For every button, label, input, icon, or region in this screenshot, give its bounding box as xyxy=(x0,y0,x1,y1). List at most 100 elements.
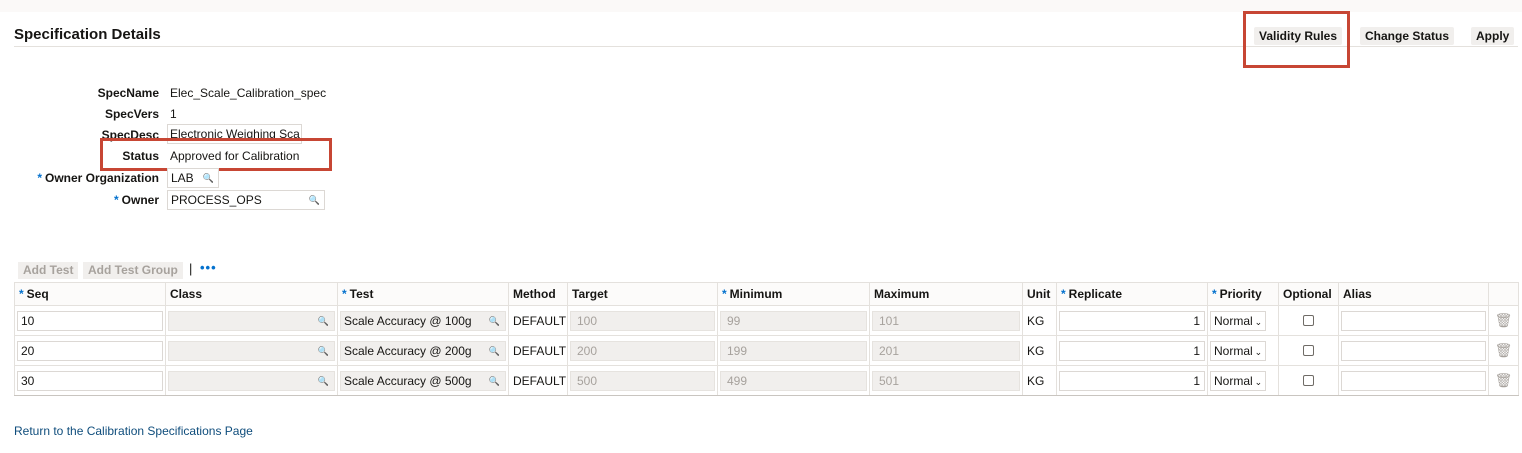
optional-checkbox[interactable] xyxy=(1303,315,1314,326)
alias-input[interactable] xyxy=(1341,310,1486,331)
class-field[interactable]: 🔍 xyxy=(168,370,335,391)
add-test-button[interactable]: Add Test xyxy=(18,262,79,279)
alias-cell xyxy=(1338,365,1489,396)
seq-cell: 10 xyxy=(14,305,166,336)
replicate-input[interactable]: 1 xyxy=(1059,310,1205,331)
seq-input[interactable]: 10 xyxy=(17,310,163,331)
minimum-cell: 499 xyxy=(717,365,870,396)
change-status-button[interactable]: Change Status xyxy=(1360,27,1455,45)
minimum-field: 499 xyxy=(720,370,867,391)
table-row: 30 🔍 Scale Accuracy @ 500g 🔍 DEFAULT 500 … xyxy=(14,365,1519,396)
seq-input[interactable]: 30 xyxy=(17,370,163,391)
method-value: DEFAULT xyxy=(513,313,567,328)
table-row: 10 🔍 Scale Accuracy @ 100g 🔍 DEFAULT 100 … xyxy=(14,305,1519,336)
alias-input[interactable] xyxy=(1341,340,1486,361)
column-header-target[interactable]: Target xyxy=(567,282,718,306)
apply-button[interactable]: Apply xyxy=(1471,27,1515,45)
trash-icon[interactable]: 🗑 xyxy=(1491,342,1516,359)
replicate-input[interactable]: 1 xyxy=(1059,370,1205,391)
class-field[interactable]: 🔍 xyxy=(168,340,335,361)
search-icon[interactable]: 🔍 xyxy=(318,372,329,390)
method-cell: DEFAULT xyxy=(508,305,568,336)
column-header-test[interactable]: * Test xyxy=(337,282,509,306)
minimum-field: 99 xyxy=(720,310,867,331)
column-header-class[interactable]: Class xyxy=(165,282,338,306)
search-icon[interactable]: 🔍 xyxy=(489,342,500,360)
owner-organization-value: LAB xyxy=(171,171,194,185)
replicate-cell: 1 xyxy=(1056,305,1208,336)
column-header-unit[interactable]: Unit xyxy=(1022,282,1057,306)
search-icon[interactable]: 🔍 xyxy=(309,191,320,209)
column-header-optional[interactable]: Optional xyxy=(1278,282,1339,306)
owner-organization-label-text: Owner Organization xyxy=(44,171,159,185)
test-value: Scale Accuracy @ 200g xyxy=(344,343,472,358)
test-cell: Scale Accuracy @ 200g 🔍 xyxy=(337,335,509,366)
trash-icon[interactable]: 🗑 xyxy=(1491,312,1516,329)
owner-label: * Owner xyxy=(114,193,159,207)
toolbar-separator: | xyxy=(189,261,193,276)
search-icon[interactable]: 🔍 xyxy=(489,312,500,330)
method-cell: DEFAULT xyxy=(508,335,568,366)
method-cell: DEFAULT xyxy=(508,365,568,396)
test-field[interactable]: Scale Accuracy @ 100g 🔍 xyxy=(340,310,506,331)
spec-vers-label: SpecVers xyxy=(104,107,159,121)
column-header-alias[interactable]: Alias xyxy=(1338,282,1489,306)
column-header-priority[interactable]: * Priority xyxy=(1207,282,1279,306)
owner-label-text: Owner xyxy=(121,193,159,207)
actions-cell: 🗑 xyxy=(1488,335,1519,366)
column-header-seq[interactable]: * Seq xyxy=(14,282,166,306)
priority-select[interactable]: Normal ⌄ xyxy=(1210,370,1267,391)
owner-value: PROCESS_OPS xyxy=(171,193,262,207)
chevron-down-icon: ⌄ xyxy=(1254,346,1263,357)
priority-cell: Normal ⌄ xyxy=(1207,305,1279,336)
optional-checkbox[interactable] xyxy=(1303,375,1314,386)
replicate-cell: 1 xyxy=(1056,365,1208,396)
search-icon[interactable]: 🔍 xyxy=(203,169,214,187)
owner-organization-field[interactable]: LAB 🔍 xyxy=(167,168,219,188)
actions-cell: 🗑 xyxy=(1488,305,1519,336)
alias-cell xyxy=(1338,335,1489,366)
search-icon[interactable]: 🔍 xyxy=(318,312,329,330)
chevron-down-icon: ⌄ xyxy=(1254,376,1263,387)
method-value: DEFAULT xyxy=(513,373,567,388)
test-value: Scale Accuracy @ 500g xyxy=(344,373,472,388)
optional-cell xyxy=(1278,365,1339,396)
minimum-field: 199 xyxy=(720,340,867,361)
owner-organization-label: * Owner Organization xyxy=(37,171,159,185)
optional-checkbox[interactable] xyxy=(1303,345,1314,356)
test-field[interactable]: Scale Accuracy @ 500g 🔍 xyxy=(340,370,506,391)
class-field[interactable]: 🔍 xyxy=(168,310,335,331)
test-field[interactable]: Scale Accuracy @ 200g 🔍 xyxy=(340,340,506,361)
column-header-maximum[interactable]: Maximum xyxy=(869,282,1023,306)
required-indicator: * xyxy=(19,287,24,301)
unit-cell: KG xyxy=(1022,365,1057,396)
tests-table: * Seq Class * Test Method Target * Minimum … xyxy=(14,282,1519,396)
column-header-minimum-text: Minimum xyxy=(729,287,783,301)
required-indicator: * xyxy=(113,193,119,207)
priority-select[interactable]: Normal ⌄ xyxy=(1210,340,1267,361)
more-actions-icon[interactable]: ••• xyxy=(200,260,217,275)
alias-input[interactable] xyxy=(1341,370,1486,391)
chevron-down-icon: ⌄ xyxy=(1254,316,1263,327)
column-header-method[interactable]: Method xyxy=(508,282,568,306)
target-cell: 100 xyxy=(567,305,718,336)
add-test-group-button[interactable]: Add Test Group xyxy=(83,262,183,279)
unit-cell: KG xyxy=(1022,335,1057,366)
replicate-cell: 1 xyxy=(1056,335,1208,366)
column-header-replicate-text: Replicate xyxy=(1068,287,1123,301)
maximum-field: 501 xyxy=(872,370,1020,391)
return-to-calibration-specifications-link[interactable]: Return to the Calibration Specifications… xyxy=(14,424,253,438)
table-header-row: * Seq Class * Test Method Target * Minimum … xyxy=(14,282,1519,306)
search-icon[interactable]: 🔍 xyxy=(489,372,500,390)
replicate-input[interactable]: 1 xyxy=(1059,340,1205,361)
priority-select[interactable]: Normal ⌄ xyxy=(1210,310,1267,331)
search-icon[interactable]: 🔍 xyxy=(318,342,329,360)
target-cell: 500 xyxy=(567,365,718,396)
owner-field[interactable]: PROCESS_OPS 🔍 xyxy=(167,190,325,210)
priority-value: Normal xyxy=(1214,373,1253,388)
seq-input[interactable]: 20 xyxy=(17,340,163,361)
column-header-replicate[interactable]: * Replicate xyxy=(1056,282,1208,306)
alias-cell xyxy=(1338,305,1489,336)
column-header-minimum[interactable]: * Minimum xyxy=(717,282,870,306)
trash-icon[interactable]: 🗑 xyxy=(1491,372,1516,389)
